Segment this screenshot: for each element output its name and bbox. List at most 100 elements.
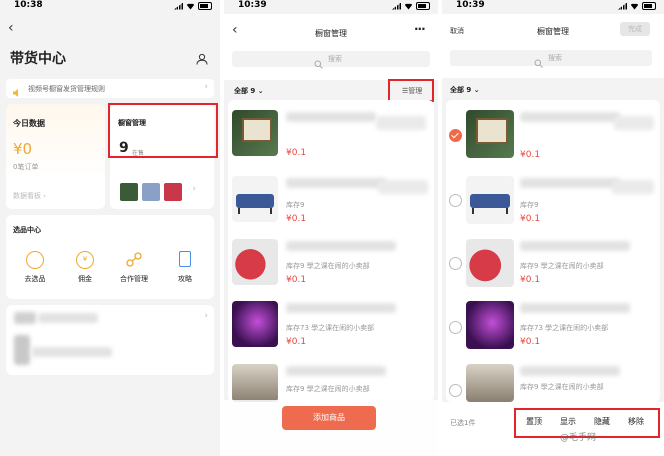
list-item[interactable]: 库存9 ¥0.1 [228, 168, 434, 230]
battery-icon [416, 2, 430, 10]
status-bar: 10:39 [442, 0, 664, 14]
product-price: ¥0.1 [286, 275, 307, 285]
cooperation-label: 合作管理 [120, 275, 148, 283]
today-amount: ¥0 [13, 140, 33, 158]
notice-bar[interactable]: 视频号橱窗发货管理规则 › [6, 79, 214, 98]
list-item[interactable]: 库存9 學之课在闹的小卖部 ¥0.1 [228, 233, 434, 295]
page-title: 带货中心 [10, 51, 66, 67]
cooperation-icon [125, 251, 143, 269]
product-meta: 库存9 [286, 201, 305, 209]
product-price: ¥0.1 [520, 214, 541, 224]
watermark: @毛手网 [560, 433, 597, 443]
list-item[interactable]: 库存9 學之课在闹的小卖部 ¥0.1 [446, 233, 660, 295]
list-item[interactable]: 库存73 學之课在闹的小卖部 ¥0.1 [446, 297, 660, 359]
notice-text: 视频号橱窗发货管理规则 [28, 85, 105, 93]
product-price: ¥0.1 [520, 275, 541, 285]
wifi-icon [404, 3, 413, 10]
chevron-right-icon: › [192, 184, 196, 194]
item-checkbox[interactable] [449, 129, 462, 142]
product-image [466, 364, 514, 402]
product-price: ¥0.1 [286, 148, 307, 158]
screen-showcase: 10:39 ‹ 橱窗管理 ··· 搜索 全部 9 ⌄ ☰管理 ¥0.1 库存9 … [224, 0, 438, 456]
search-input[interactable]: 搜索 [232, 51, 430, 69]
signal-icon [392, 2, 401, 10]
search-placeholder: 搜索 [548, 54, 562, 62]
signal-icon [618, 2, 627, 10]
more-icon[interactable]: ··· [414, 22, 426, 36]
product-image [466, 301, 514, 349]
select-product-label: 去选品 [24, 275, 46, 283]
status-bar: 10:38 [0, 0, 220, 14]
signal-icon [174, 2, 183, 10]
product-meta: 库存9 [520, 201, 539, 209]
search-icon [534, 53, 543, 72]
list-item[interactable]: 库存9 學之课在闹的小卖部 [446, 362, 660, 402]
product-image [232, 239, 278, 285]
today-data-title: 今日数据 [13, 119, 45, 128]
wifi-icon [630, 3, 639, 10]
product-image [232, 301, 278, 347]
product-thumb [164, 183, 182, 201]
filter-dropdown[interactable]: 全部 9 ⌄ [234, 86, 264, 96]
product-meta: 库存9 學之课在闹的小卖部 [520, 262, 604, 270]
product-meta: 库存9 學之课在闹的小卖部 [520, 383, 604, 391]
blurred-card: › [6, 305, 214, 375]
status-time: 10:39 [238, 0, 267, 10]
search-placeholder: 搜索 [328, 55, 342, 63]
select-product-icon [26, 251, 44, 269]
screen-showcase-edit: 10:39 取消 橱窗管理 完成 搜索 全部 9 ⌄ ¥0.1 库存9 ¥0.1 [442, 0, 664, 456]
status-time: 10:39 [456, 0, 485, 10]
page-title: 橱窗管理 [315, 29, 347, 38]
wifi-icon [186, 3, 195, 10]
product-image [466, 176, 514, 224]
list-item[interactable]: ¥0.1 [228, 100, 434, 162]
screen-dashboard: 10:38 ‹ 带货中心 视频号橱窗发货管理规则 › 今日数据 ¥0 0笔订单 … [0, 0, 220, 456]
item-checkbox[interactable] [449, 321, 462, 334]
selected-count: 已选1件 [450, 419, 476, 427]
today-orders: 0笔订单 [13, 163, 39, 171]
add-product-button[interactable]: 添加商品 [282, 406, 376, 430]
guide-label: 攻略 [178, 275, 192, 283]
product-image [466, 239, 514, 287]
list-item[interactable]: 库存9 學之课在闹的小卖部 [228, 362, 434, 402]
item-checkbox[interactable] [449, 194, 462, 207]
filter-dropdown[interactable]: 全部 9 ⌄ [450, 85, 480, 95]
product-image [232, 110, 278, 156]
item-checkbox[interactable] [449, 384, 462, 397]
select-product-button[interactable]: 去选品 [20, 251, 50, 284]
back-icon[interactable]: ‹ [8, 20, 14, 36]
done-button[interactable]: 完成 [620, 22, 650, 36]
user-icon[interactable] [196, 50, 208, 69]
item-checkbox[interactable] [449, 257, 462, 270]
product-image [232, 364, 278, 402]
chevron-right-icon: › [204, 82, 208, 92]
cooperation-button[interactable]: 合作管理 [118, 251, 150, 284]
battery-icon [198, 2, 212, 10]
status-bar: 10:39 [224, 0, 438, 14]
list-item[interactable]: 库存9 ¥0.1 [446, 168, 660, 230]
guide-button[interactable]: 攻略 [170, 251, 200, 284]
battery-icon [642, 2, 656, 10]
product-meta: 库存73 學之课在闹的小卖部 [520, 324, 609, 332]
chevron-right-icon: › [204, 311, 208, 321]
select-center-card: 选品中心 去选品 ¥ 佣金 合作管理 攻略 [6, 215, 214, 299]
commission-icon: ¥ [76, 251, 94, 269]
highlight-box [388, 79, 434, 102]
product-price: ¥0.1 [520, 337, 541, 347]
product-price: ¥0.1 [286, 214, 307, 224]
status-time: 10:38 [14, 0, 43, 10]
dashboard-link[interactable]: 数据看板 › [13, 191, 46, 201]
list-item[interactable]: ¥0.1 [446, 100, 660, 162]
speaker-icon [12, 83, 22, 102]
today-data-card[interactable]: 今日数据 ¥0 0笔订单 数据看板 › [6, 104, 105, 209]
select-center-title: 选品中心 [13, 226, 41, 234]
commission-button[interactable]: ¥ 佣金 [70, 251, 100, 284]
product-list: ¥0.1 库存9 ¥0.1 库存9 學之课在闹的小卖部 ¥0.1 库存73 學之… [228, 100, 434, 402]
commission-label: 佣金 [78, 275, 92, 283]
product-price: ¥0.1 [520, 150, 541, 160]
product-thumb [120, 183, 138, 201]
list-item[interactable]: 库存73 學之课在闹的小卖部 ¥0.1 [228, 297, 434, 359]
product-price: ¥0.1 [286, 337, 307, 347]
search-input[interactable]: 搜索 [450, 50, 652, 68]
product-list: ¥0.1 库存9 ¥0.1 库存9 學之课在闹的小卖部 ¥0.1 库存73 學之… [446, 100, 660, 402]
